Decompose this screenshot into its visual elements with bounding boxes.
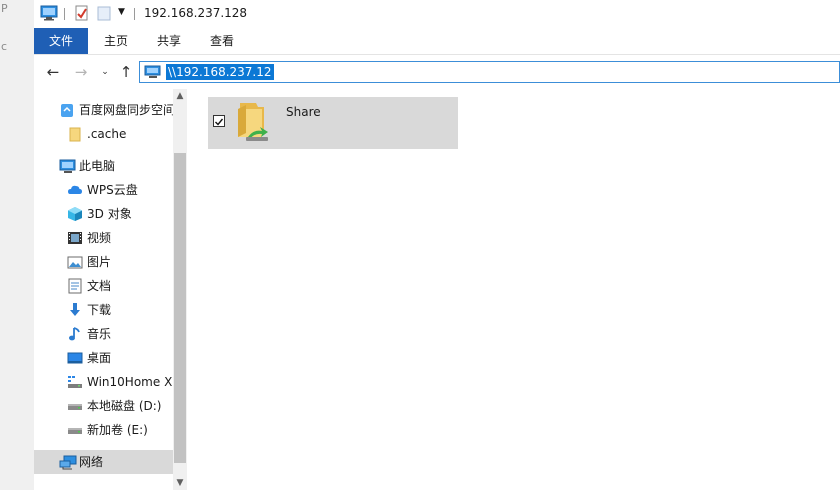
tab-home[interactable]: 主页 — [91, 28, 141, 54]
nav-item-wps-cloud[interactable]: WPS云盘 — [34, 178, 173, 202]
nav-item-pictures[interactable]: 图片 — [34, 250, 173, 274]
file-explorer-window: ▼ 192.168.237.128 文件 主页 共享 查看 ← → ⌄ ↑ 百度… — [34, 0, 840, 490]
back-arrow-icon[interactable]: ← — [43, 62, 63, 82]
scroll-down-icon[interactable]: ▼ — [173, 478, 187, 488]
music-icon — [67, 326, 83, 342]
nav-item-downloads[interactable]: 下载 — [34, 298, 173, 322]
nav-item-label: 新加卷 (E:) — [87, 423, 148, 437]
nav-item-label: 文档 — [87, 279, 112, 293]
up-arrow-icon[interactable]: ↑ — [116, 62, 136, 82]
desktop-icon — [67, 350, 83, 366]
content-pane: Share — [187, 89, 840, 490]
nav-item-label: 图片 — [87, 255, 112, 269]
nav-item-label: WPS云盘 — [87, 183, 138, 197]
this-pc-icon — [59, 158, 76, 174]
nav-item-label: 百度网盘同步空间 — [79, 103, 173, 117]
tab-file[interactable]: 文件 — [34, 28, 88, 54]
address-bar[interactable] — [139, 61, 840, 83]
nav-item-label: .cache — [87, 127, 127, 141]
baidu-netdisk-icon — [59, 102, 75, 118]
nav-item-label: 音乐 — [87, 327, 112, 341]
nav-item-label: 桌面 — [87, 351, 112, 365]
nav-item-network[interactable]: 网络 — [34, 450, 173, 474]
video-icon — [67, 230, 83, 246]
background-window-text: c — [1, 40, 8, 53]
nav-item-desktop[interactable]: 桌面 — [34, 346, 173, 370]
nav-item-win10home[interactable]: Win10Home X64 — [34, 370, 173, 394]
nav-item-music[interactable]: 音乐 — [34, 322, 173, 346]
properties-icon[interactable] — [74, 5, 90, 24]
cube-icon — [67, 206, 83, 222]
nav-item-drive-d[interactable]: 本地磁盘 (D:) — [34, 394, 173, 418]
nav-item-drive-e[interactable]: 新加卷 (E:) — [34, 418, 173, 442]
window-title: 192.168.237.128 — [144, 6, 248, 20]
folder-icon — [67, 126, 83, 142]
nav-item-label: 3D 对象 — [87, 207, 132, 221]
nav-item-label: 视频 — [87, 231, 112, 245]
background-window-text: P — [1, 2, 8, 15]
customize-toolbar-icon[interactable]: ▼ — [118, 7, 125, 17]
navigation-scrollbar[interactable]: ▲ ▼ — [173, 89, 187, 490]
tab-share[interactable]: 共享 — [144, 28, 194, 54]
title-separator — [134, 8, 135, 20]
background-window-strip: P c — [0, 0, 35, 490]
computer-icon — [40, 5, 58, 24]
shared-folder-icon — [234, 99, 274, 148]
navigation-bar: ← → ⌄ ↑ — [34, 55, 840, 89]
ribbon: 文件 主页 共享 查看 — [34, 28, 840, 55]
network-icon — [59, 454, 77, 470]
cloud-icon — [67, 182, 83, 198]
address-input[interactable] — [166, 64, 274, 80]
tab-view[interactable]: 查看 — [197, 28, 247, 54]
network-location-icon — [144, 65, 162, 82]
title-separator — [64, 8, 65, 20]
item-checkbox[interactable] — [213, 115, 225, 127]
nav-item-cache[interactable]: .cache — [34, 122, 173, 146]
nav-item-videos[interactable]: 视频 — [34, 226, 173, 250]
folder-name: Share — [286, 105, 321, 119]
picture-icon — [67, 254, 83, 270]
nav-item-baidu-netdisk[interactable]: 百度网盘同步空间 — [34, 98, 173, 122]
recent-locations-icon[interactable]: ⌄ — [95, 62, 115, 82]
navigation-pane: 百度网盘同步空间 .cache 此电脑 WPS云盘 3D 对象 视频 图片 文档… — [34, 89, 187, 490]
title-bar: ▼ 192.168.237.128 — [34, 0, 840, 28]
nav-item-3d-objects[interactable]: 3D 对象 — [34, 202, 173, 226]
nav-item-label: Win10Home X64 — [87, 375, 173, 389]
document-icon — [67, 278, 83, 294]
nav-item-label: 此电脑 — [79, 159, 116, 173]
nav-item-label: 本地磁盘 (D:) — [87, 399, 162, 413]
nav-item-label: 网络 — [79, 455, 104, 469]
network-drive-icon — [67, 374, 83, 390]
nav-item-this-pc[interactable]: 此电脑 — [34, 154, 173, 178]
nav-item-label: 下载 — [87, 303, 112, 317]
nav-item-documents[interactable]: 文档 — [34, 274, 173, 298]
download-icon — [67, 302, 83, 318]
scroll-up-icon[interactable]: ▲ — [173, 91, 187, 101]
drive-icon — [67, 422, 83, 438]
scrollbar-thumb[interactable] — [174, 153, 186, 463]
drive-icon — [67, 398, 83, 414]
forward-arrow-icon[interactable]: → — [71, 62, 91, 82]
new-folder-icon[interactable] — [96, 5, 112, 24]
folder-tile-share[interactable]: Share — [208, 97, 458, 149]
